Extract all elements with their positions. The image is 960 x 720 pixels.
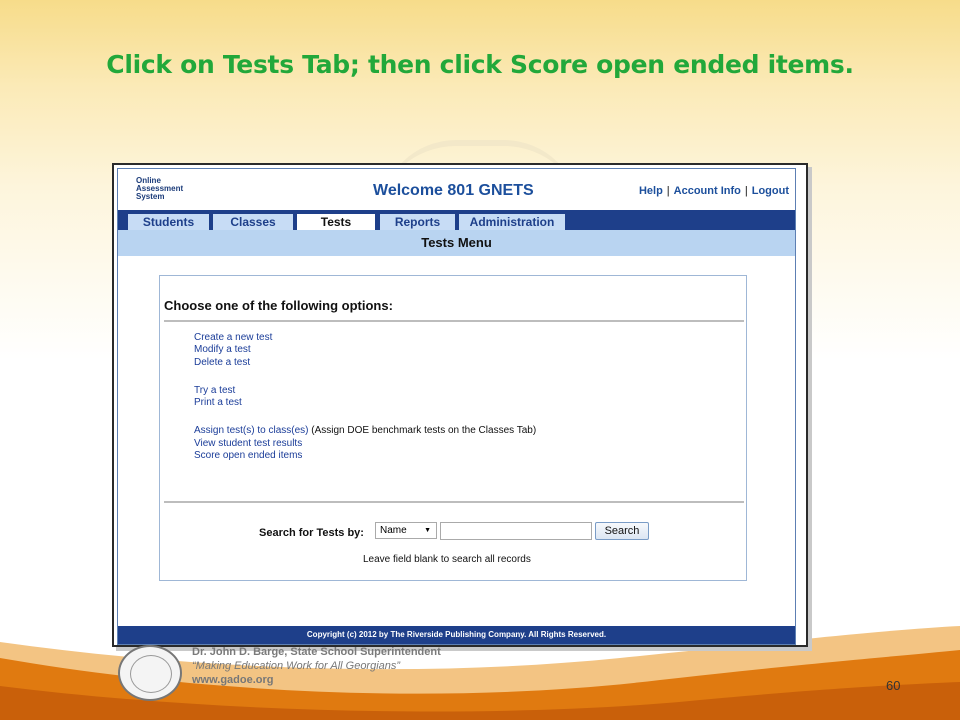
tab-reports[interactable]: Reports [380, 214, 455, 230]
search-label: Search for Tests by: [259, 527, 364, 539]
credit-text: Dr. John D. Barge, State School Superint… [192, 645, 492, 687]
section-title: Tests Menu [118, 230, 795, 256]
app-screenshot: Online Assessment System Welcome 801 GNE… [112, 163, 808, 647]
divider [164, 501, 744, 503]
chevron-down-icon: ▼ [424, 527, 431, 534]
assign-tests-row: Assign test(s) to class(es) (Assign DOE … [194, 425, 536, 437]
logout-link[interactable]: Logout [752, 185, 789, 197]
motto: “Making Education Work for All Georgians… [192, 660, 401, 672]
create-test-link[interactable]: Create a new test [194, 332, 536, 344]
tab-tests[interactable]: Tests [297, 214, 375, 230]
view-results-link[interactable]: View student test results [194, 438, 536, 450]
slide-title: Click on Tests Tab; then click Score ope… [106, 50, 854, 79]
link-separator: | [744, 185, 748, 197]
search-hint: Leave field blank to search all records [363, 554, 531, 565]
modify-test-link[interactable]: Modify a test [194, 344, 536, 356]
delete-test-link[interactable]: Delete a test [194, 357, 536, 369]
try-test-link[interactable]: Try a test [194, 385, 536, 397]
website-url: www.gadoe.org [192, 674, 274, 686]
top-links: Help | Account Info | Logout [639, 185, 789, 197]
score-open-ended-link[interactable]: Score open ended items [194, 450, 536, 462]
tests-menu-panel: Choose one of the following options: Cre… [159, 275, 747, 581]
search-input[interactable] [440, 522, 592, 540]
tab-classes[interactable]: Classes [213, 214, 293, 230]
app-window: Online Assessment System Welcome 801 GNE… [117, 168, 796, 645]
tab-administration[interactable]: Administration [459, 214, 565, 230]
page-number: 60 [886, 678, 901, 693]
tab-students[interactable]: Students [128, 214, 209, 230]
panel-heading: Choose one of the following options: [164, 298, 393, 313]
help-link[interactable]: Help [639, 185, 663, 197]
search-field-value: Name [380, 525, 407, 536]
divider [164, 320, 744, 322]
search-button[interactable]: Search [595, 522, 649, 540]
assign-tests-link[interactable]: Assign test(s) to class(es) [194, 425, 308, 436]
logo-line: System [136, 192, 165, 201]
app-footer: Copyright (c) 2012 by The Riverside Publ… [118, 626, 795, 644]
main-tab-bar: Students Classes Tests Reports Administr… [118, 210, 795, 230]
app-header: Online Assessment System Welcome 801 GNE… [118, 169, 795, 209]
state-seal-icon [118, 645, 182, 701]
account-info-link[interactable]: Account Info [674, 185, 741, 197]
search-field-select[interactable]: Name ▼ [375, 522, 437, 539]
print-test-link[interactable]: Print a test [194, 397, 536, 409]
options-list: Create a new test Modify a test Delete a… [194, 332, 536, 462]
app-logo: Online Assessment System [136, 177, 206, 201]
welcome-message: Welcome 801 GNETS [373, 182, 534, 199]
link-separator: | [666, 185, 670, 197]
superintendent-name: Dr. John D. Barge, State School Superint… [192, 646, 441, 658]
assign-tests-note: (Assign DOE benchmark tests on the Class… [308, 425, 537, 437]
seal-inner-ring [130, 655, 172, 693]
